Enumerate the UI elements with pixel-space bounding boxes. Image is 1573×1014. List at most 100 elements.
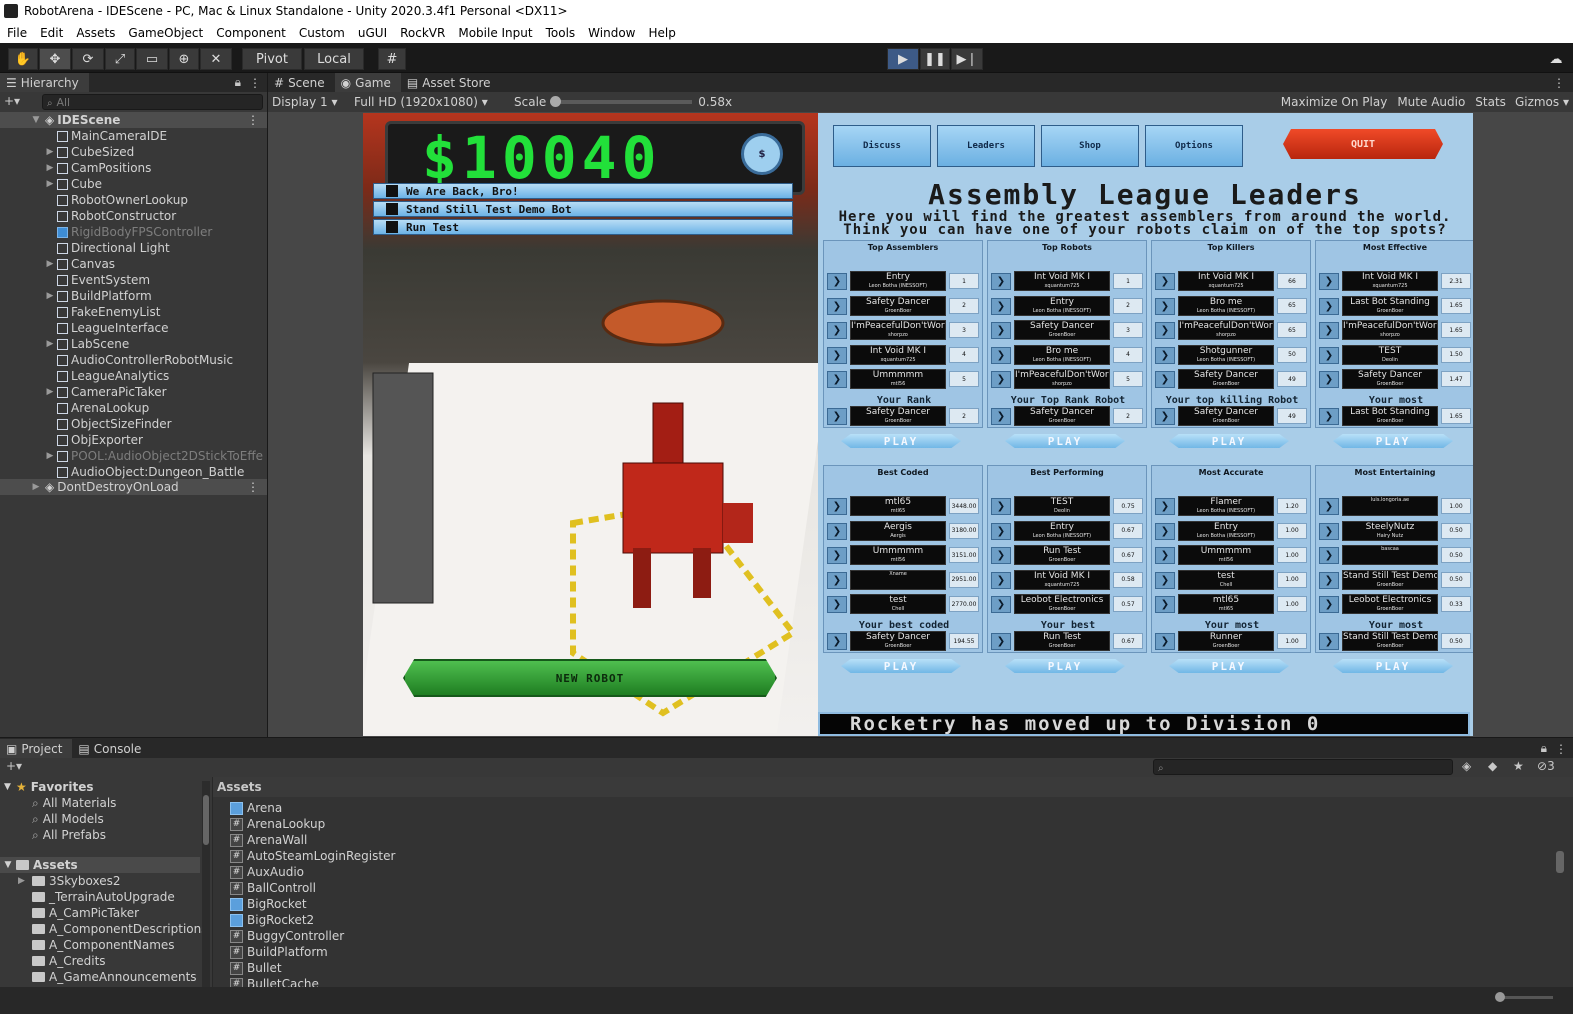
favorites-row[interactable]: ▼ ★ Favorites — [4, 779, 93, 795]
chevron-right-icon[interactable]: ❯ — [827, 522, 847, 540]
add-icon[interactable]: +▾ — [4, 94, 20, 108]
menu-rockvr[interactable]: RockVR — [393, 26, 451, 40]
play-button[interactable]: PLAY — [1005, 434, 1125, 448]
move-tool-button[interactable]: ✥ — [39, 48, 71, 70]
asset-breadcrumb[interactable]: Assets — [213, 777, 1573, 797]
hierarchy-item[interactable]: LeagueAnalytics — [0, 368, 267, 384]
custom-tool-button[interactable]: ✕ — [200, 48, 232, 70]
chevron-right-icon[interactable]: ❯ — [827, 498, 847, 515]
asset-scrollbar-thumb[interactable] — [1556, 851, 1564, 873]
expand-arrow-icon[interactable]: ▶ — [44, 147, 56, 157]
hierarchy-item[interactable]: Directional Light — [0, 240, 267, 256]
tab-console[interactable]: ▤ Console — [72, 739, 151, 758]
leaderboard-row[interactable]: ❯ Safety Dancer GroenBoer 1.47 — [1319, 369, 1473, 389]
leaderboard-row[interactable]: ❯ Shotgunner Leon Botha (INESSOFT) 50 — [1155, 344, 1309, 365]
asset-item[interactable]: # BallControll — [230, 880, 316, 896]
leaderboard-row[interactable]: ❯ Leobot Electronics GroenBoer 0.57 — [991, 594, 1145, 614]
asset-folder-row[interactable]: A_CamPicTaker — [18, 905, 139, 921]
menu-help[interactable]: Help — [641, 26, 681, 40]
asset-item[interactable]: BigRocket2 — [230, 912, 314, 928]
chevron-right-icon[interactable]: ❯ — [827, 547, 847, 564]
chevron-right-icon[interactable]: ❯ — [827, 571, 847, 589]
leaderboard-row[interactable]: ❯ test Chell 2770.00 — [827, 594, 981, 614]
asset-scrollbar[interactable] — [1556, 801, 1566, 981]
your-entry-row[interactable]: ❯ Safety Dancer GroenBoer 2 — [827, 406, 981, 426]
leaderboard-row[interactable]: ❯Stand Still Test Demo BotGroenBoer0.50 — [1319, 569, 1473, 590]
play-button[interactable]: PLAY — [1333, 434, 1453, 448]
quit-button[interactable]: QUIT — [1283, 129, 1443, 159]
leaderboard-row[interactable]: ❯ Safety Dancer GroenBoer 3 — [991, 320, 1145, 340]
kebab-icon[interactable]: ⋮ — [1555, 742, 1567, 756]
buy-currency-button[interactable]: $ — [741, 133, 783, 175]
chevron-right-icon[interactable]: ❯ — [1319, 571, 1339, 589]
mute-audio-toggle[interactable]: Mute Audio — [1392, 95, 1470, 109]
your-entry-row[interactable]: ❯ Last Bot Standing GroenBoer 1.65 — [1319, 406, 1473, 426]
hierarchy-item[interactable]: AudioObject:Dungeon_Battle — [0, 464, 267, 480]
asset-item[interactable]: # BuildPlatform — [230, 944, 328, 960]
tree-scrollbar[interactable] — [202, 781, 210, 1001]
leaderboard-row[interactable]: ❯ Run Test GroenBoer 0.67 — [991, 545, 1145, 565]
expand-arrow-icon[interactable]: ▶ — [44, 259, 56, 269]
favorite-item[interactable]: ⌕ All Prefabs — [32, 827, 106, 843]
nav-shop-button[interactable]: Shop — [1041, 125, 1139, 167]
grid-snap-button[interactable]: # — [378, 48, 406, 70]
chevron-right-icon[interactable]: ❯ — [827, 297, 847, 315]
dontdestroy-row[interactable]: ▶ ◈ DontDestroyOnLoad ⋮ — [0, 479, 267, 495]
hierarchy-item[interactable]: RigidBodyFPSController — [0, 224, 267, 240]
leaderboard-row[interactable]: ❯ Xname 2951.00 — [827, 569, 981, 590]
chevron-right-icon[interactable]: ❯ — [991, 633, 1011, 650]
leaderboard-row[interactable]: ❯ Int Void MK Ixquantum725 66 — [1155, 271, 1309, 291]
leaderboard-row[interactable]: ❯ SteelyNutz Hairy Nutz 0.50 — [1319, 520, 1473, 541]
leaderboard-row[interactable]: ❯ mtl65 mtl65 1.00 — [1155, 594, 1309, 614]
chevron-right-icon[interactable]: ❯ — [1319, 346, 1339, 364]
expand-arrow-icon[interactable]: ▶ — [44, 179, 56, 189]
chevron-right-icon[interactable]: ❯ — [827, 408, 847, 425]
hierarchy-item[interactable]: ▶ LabScene — [0, 336, 267, 352]
play-button[interactable]: PLAY — [841, 434, 961, 448]
leaderboard-row[interactable]: ❯ Safety Dancer GroenBoer 2 — [827, 295, 981, 316]
transform-tool-button[interactable]: ⊕ — [169, 48, 199, 70]
asset-item[interactable]: BigRocket — [230, 896, 307, 912]
display-select[interactable]: Display 1 ▾ — [272, 95, 350, 109]
filter-type-icon[interactable]: ◈ — [1462, 759, 1471, 773]
chevron-right-icon[interactable]: ❯ — [1319, 596, 1339, 613]
hierarchy-item[interactable]: ▶ Cube — [0, 176, 267, 192]
play-button[interactable]: PLAY — [1169, 659, 1289, 673]
scale-slider[interactable] — [550, 96, 693, 107]
step-button[interactable]: ▶❘ — [951, 48, 983, 70]
expand-arrow-icon[interactable]: ▶ — [44, 163, 56, 173]
chevron-right-icon[interactable]: ❯ — [991, 547, 1011, 564]
expand-arrow-icon[interactable]: ▶ — [18, 876, 32, 886]
chevron-right-icon[interactable]: ❯ — [1319, 273, 1339, 290]
asset-folder-row[interactable]: A_Credits — [18, 953, 106, 969]
asset-folder-row[interactable]: A_GameAnnouncements — [18, 969, 197, 985]
hierarchy-item[interactable]: ▶ CameraPicTaker — [0, 384, 267, 400]
play-button[interactable]: PLAY — [1169, 434, 1289, 448]
expand-arrow-icon[interactable]: ▶ — [44, 291, 56, 301]
icon-size-slider-thumb[interactable] — [1495, 992, 1505, 1002]
your-entry-row[interactable]: ❯ Safety Dancer GroenBoer 194.55 — [827, 631, 981, 651]
asset-item[interactable]: # ArenaLookup — [230, 816, 325, 832]
hierarchy-item[interactable]: RobotConstructor — [0, 208, 267, 224]
leaderboard-row[interactable]: ❯ Ummmmm mtl56 3151.00 — [827, 545, 981, 565]
leaderboard-row[interactable]: ❯ Entry Leon Botha (INESSOFT) 0.67 — [991, 520, 1145, 541]
chevron-right-icon[interactable]: ❯ — [1155, 346, 1175, 364]
leaderboard-row[interactable]: ❯ I'mPeacefulDon'tWorry shorpzo 65 — [1155, 320, 1309, 340]
chevron-right-icon[interactable]: ❯ — [1155, 571, 1175, 589]
expand-arrow-icon[interactable]: ▼ — [30, 115, 42, 125]
nav-discuss-button[interactable]: Discuss — [833, 125, 931, 167]
chevron-right-icon[interactable]: ❯ — [1319, 322, 1339, 339]
hand-tool-button[interactable]: ✋ — [8, 48, 38, 70]
chevron-right-icon[interactable]: ❯ — [991, 571, 1011, 589]
scene-root-row[interactable]: ▼ ◈ IDEScene ⋮ — [0, 112, 267, 128]
chevron-right-icon[interactable]: ❯ — [991, 596, 1011, 613]
gizmos-dropdown[interactable]: Gizmos ▾ — [1511, 95, 1573, 109]
menu-ugui[interactable]: uGUI — [351, 26, 393, 40]
asset-folder-row[interactable]: ▶ 3Skyboxes2 — [18, 873, 120, 889]
tab-scene[interactable]: # Scene — [268, 73, 335, 92]
expand-arrow-icon[interactable]: ▼ — [0, 860, 16, 870]
local-toggle[interactable]: Local — [304, 48, 364, 70]
scale-slider-thumb[interactable] — [550, 96, 562, 107]
leaderboard-row[interactable]: ❯ Ummmmm mtl56 5 — [827, 369, 981, 389]
leaderboard-row[interactable]: ❯ Entry Leon Botha (INESSOFT) 2 — [991, 295, 1145, 316]
